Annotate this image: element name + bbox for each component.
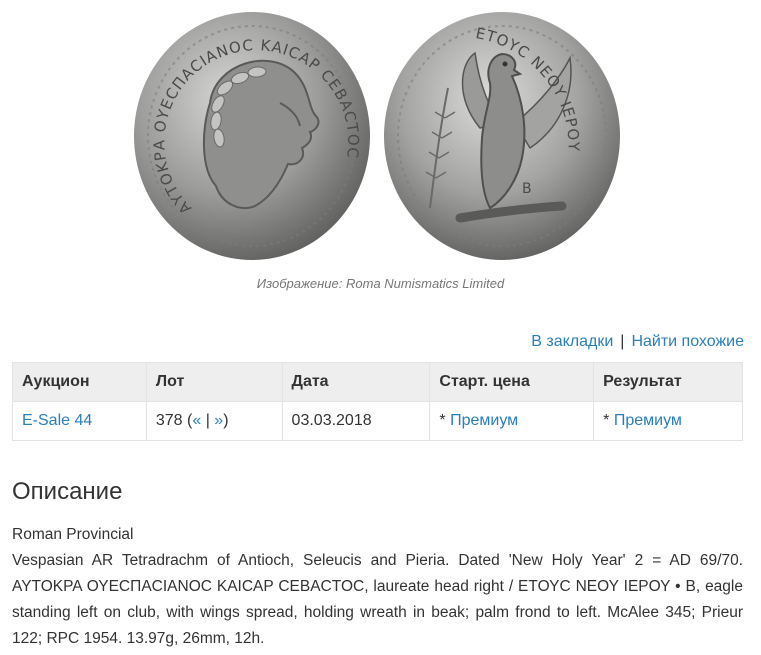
header-result: Результат [593,362,743,402]
actions-separator: | [620,333,625,350]
auction-link[interactable]: E-Sale 44 [22,412,92,429]
cell-auction: E-Sale 44 [12,401,147,441]
prev-lot-link[interactable]: « [192,412,201,429]
header-auction: Аукцион [12,362,147,402]
cell-result: * Премиум [593,401,743,441]
start-price-premium-link[interactable]: Премиум [450,412,518,429]
description-body: Roman Provincial Vespasian AR Tetradrach… [12,522,743,652]
result-star: * [603,412,610,429]
cell-start-price: * Премиум [429,401,595,441]
coin-obverse: ΑΥΤΟΚΡΑ ΟΥΕϹΠΑϹΙΑΝΟϹ ΚΑΙϹΑΡ ϹΕΒΑϹΤΟϹ [134,12,370,260]
header-lot: Лот [145,362,283,402]
find-similar-link[interactable]: Найти похожие [631,333,744,350]
description-category: Roman Provincial [12,526,134,543]
reverse-field-letter: Β [522,181,532,197]
lot-nav-separator: | [205,412,210,429]
coin-image: ΑΥΤΟΚΡΑ ΟΥΕϹΠΑϹΙΑΝΟϹ ΚΑΙϹΑΡ ϹΕΒΑϹΤΟϹ ΕΤΟ… [134,12,620,260]
description-heading: Описание [12,478,123,505]
table-row: E-Sale 44 378 (« | ») 03.03.2018 * Преми… [12,401,743,441]
lot-number: 378 [155,412,183,429]
image-caption: Изображение: Roma Numismatics Limited [256,276,505,291]
header-start-price: Старт. цена [429,362,595,402]
result-premium-link[interactable]: Премиум [614,412,682,429]
bookmark-link[interactable]: В закладки [531,333,613,350]
cell-date: 03.03.2018 [281,401,431,441]
header-date: Дата [281,362,431,402]
coin-reverse: ΕΤΟΥϹ ΝΕΟΥ ΙΕΡΟΥ Β [384,12,620,260]
lot-actions: В закладки | Найти похожие [531,333,744,351]
description-text: Vespasian AR Tetradrachm of Antioch, Sel… [12,552,743,647]
table-header-row: Аукцион Лот Дата Старт. цена Результат [12,362,743,402]
cell-lot: 378 (« | ») [145,401,283,441]
start-price-star: * [439,412,446,429]
auction-results-table: Аукцион Лот Дата Старт. цена Результат E… [12,362,743,441]
next-lot-link[interactable]: » [214,412,223,429]
